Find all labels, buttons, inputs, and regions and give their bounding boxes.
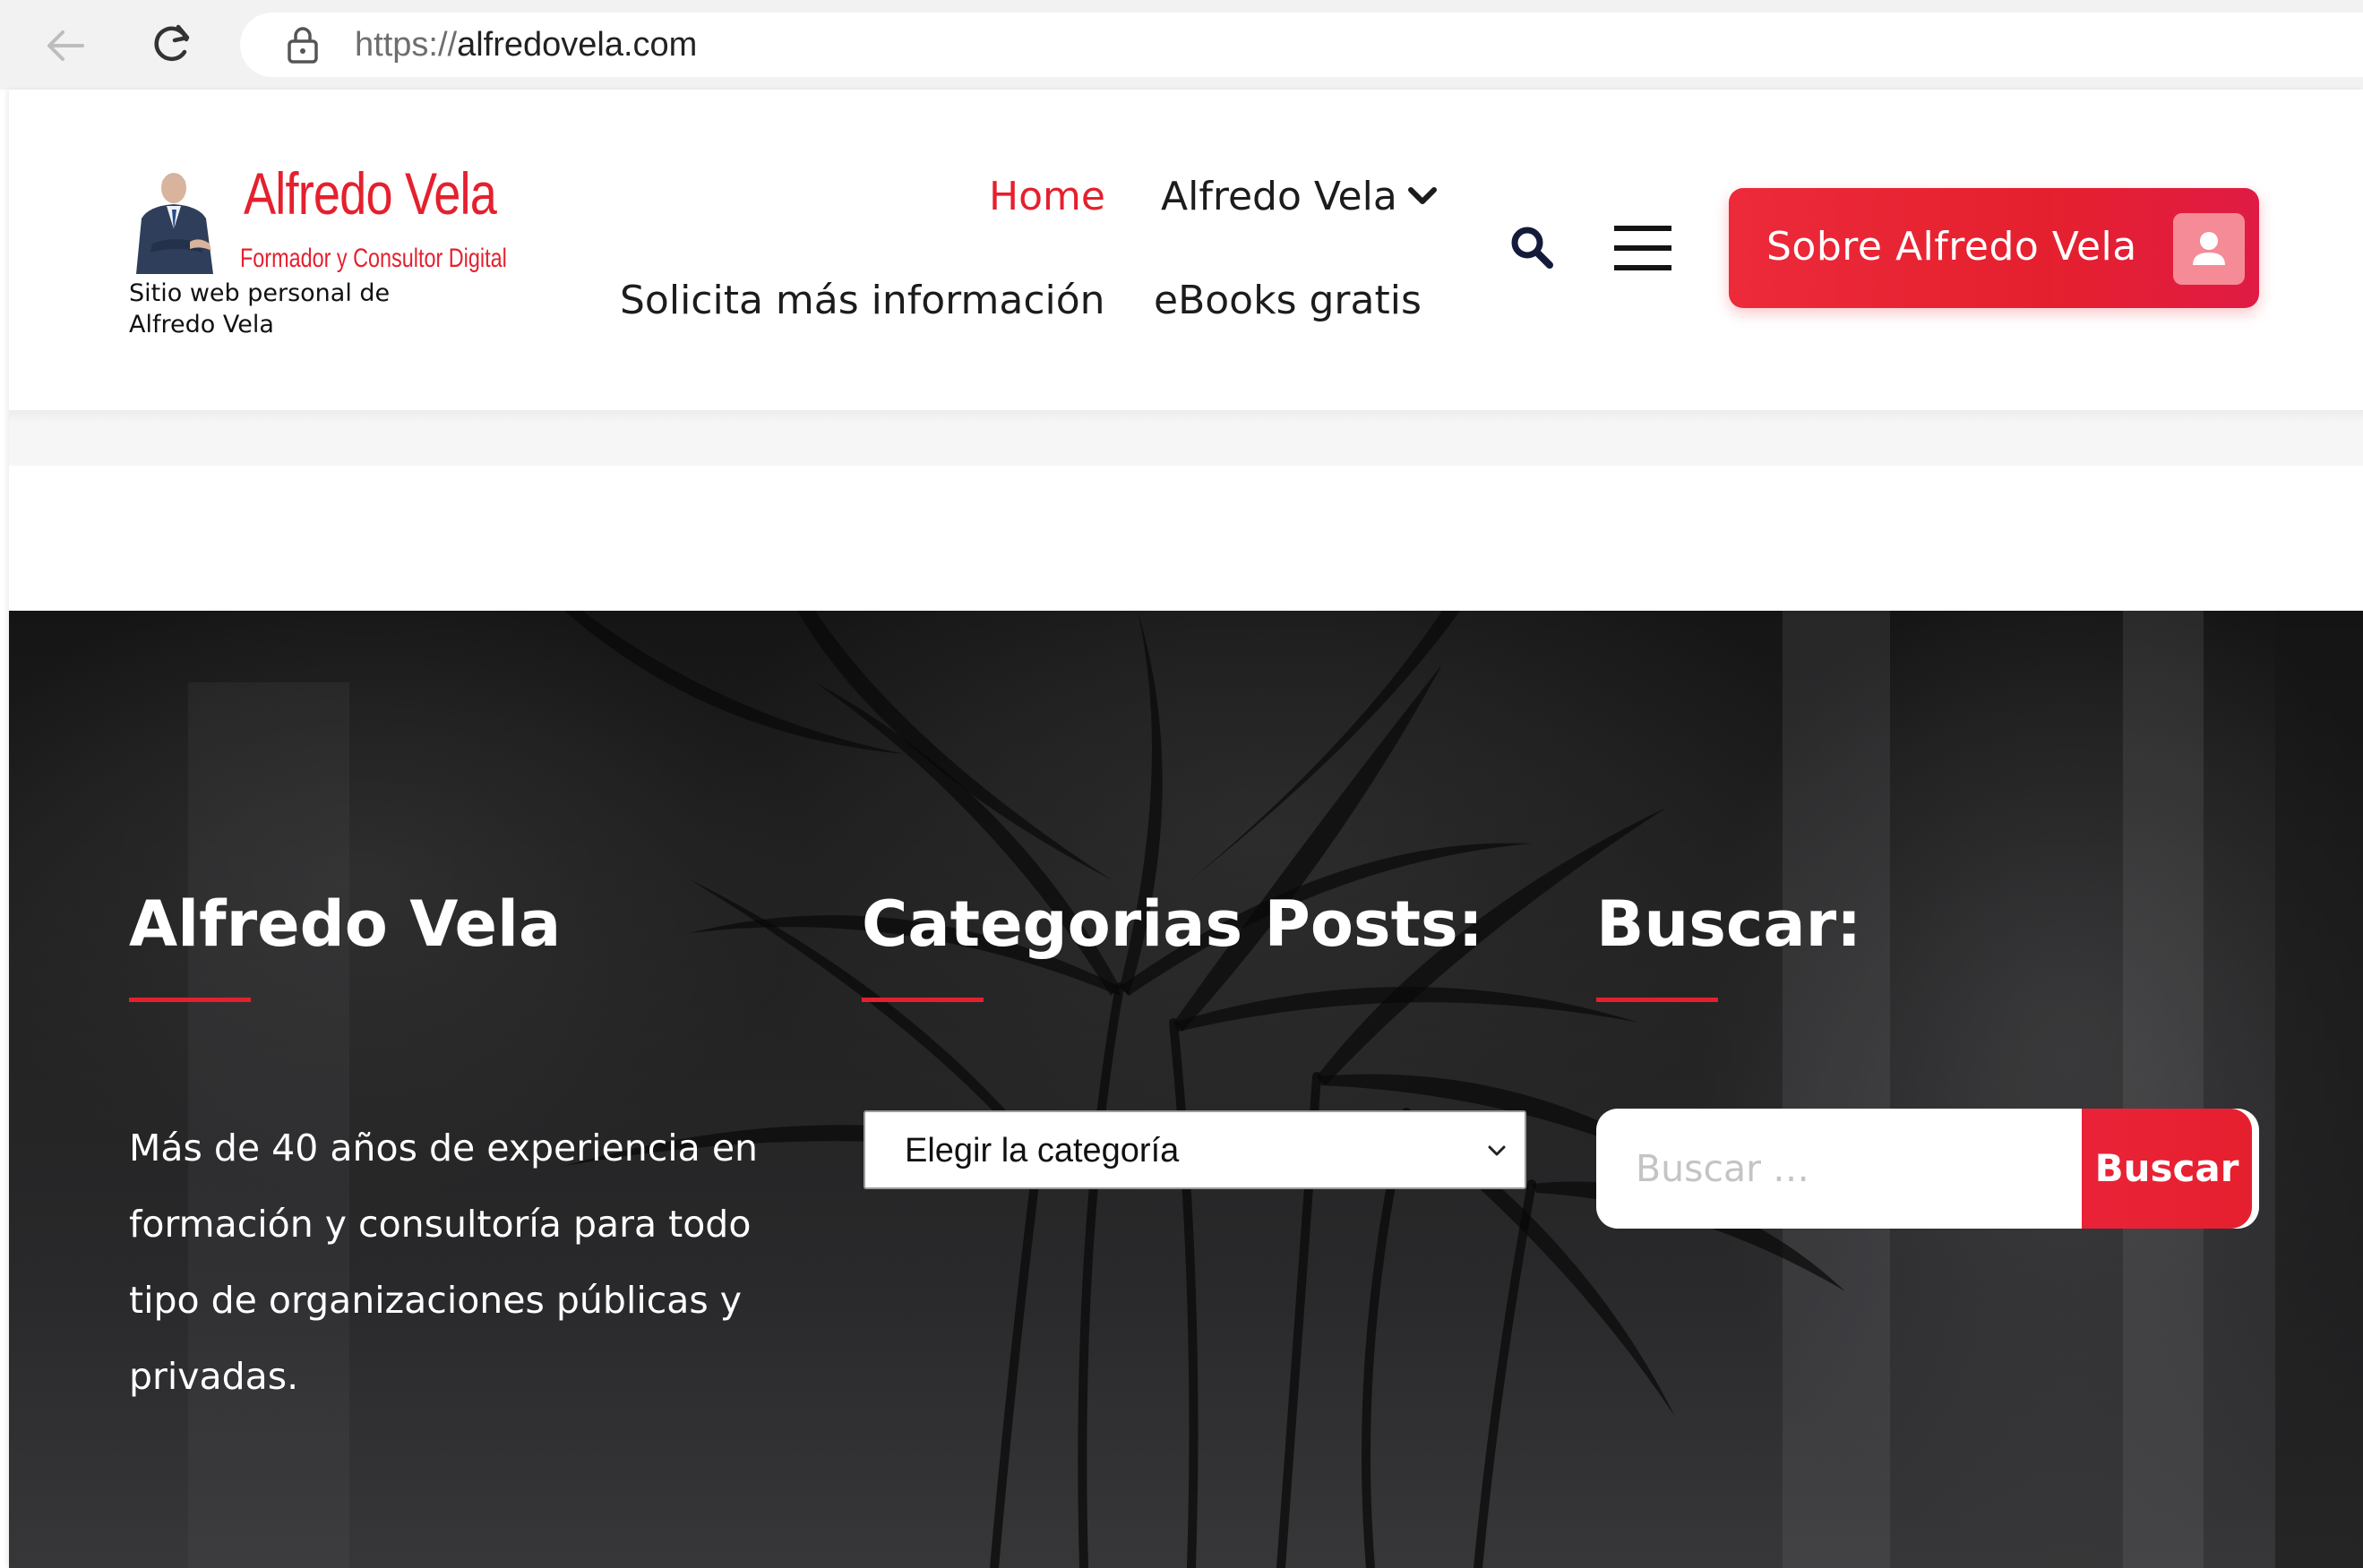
nav-item-solicita-info[interactable]: Solicita más información	[620, 276, 1105, 326]
categories-title-underline	[862, 998, 984, 1002]
address-bar[interactable]: https://alfredovela.com	[240, 13, 2363, 77]
search-widget-title: Buscar:	[1596, 887, 1862, 961]
logo-portrait-image[interactable]	[131, 167, 228, 274]
category-select-value: Elegir la categoría	[905, 1132, 1180, 1170]
search-title-underline	[1596, 998, 1718, 1002]
back-arrow-icon[interactable]	[43, 23, 88, 68]
logo-subtitle: Formador y Consultor Digital	[240, 244, 507, 273]
site-tagline: Sitio web personal de Alfredo Vela	[129, 279, 391, 338]
about-description: Más de 40 años de experiencia en formaci…	[129, 1127, 759, 1398]
user-icon	[2173, 213, 2245, 285]
site-header: Alfredo Vela Formador y Consultor Digita…	[9, 90, 2363, 412]
web-page: Alfredo Vela Formador y Consultor Digita…	[9, 90, 2363, 1568]
search-form: Buscar	[1596, 1109, 2259, 1229]
footer-widgets: Alfredo Vela Más de 40 años de experienc…	[9, 611, 2363, 1568]
background-plant-image	[9, 611, 2363, 1568]
hamburger-menu-icon[interactable]	[1612, 222, 1673, 274]
nav-item-label: Alfredo Vela	[1161, 174, 1397, 219]
url-text[interactable]: https://alfredovela.com	[355, 25, 697, 64]
search-icon[interactable]	[1508, 224, 1555, 270]
about-widget-title: Alfredo Vela	[129, 887, 562, 961]
logo-title[interactable]: Alfredo Vela	[244, 159, 497, 227]
about-alfredo-button[interactable]: Sobre Alfredo Vela	[1729, 188, 2259, 308]
about-button-label: Sobre Alfredo Vela	[1766, 224, 2137, 270]
nav-item-ebooks[interactable]: eBooks gratis	[1154, 276, 1422, 326]
reload-icon[interactable]	[149, 20, 195, 66]
url-host: alfredovela.com	[457, 26, 698, 64]
search-input[interactable]	[1596, 1109, 2080, 1229]
header-shadow	[9, 410, 2363, 423]
browser-toolbar: https://alfredovela.com	[0, 0, 2363, 90]
url-scheme: https://	[355, 26, 458, 64]
category-select[interactable]: Elegir la categoría	[864, 1110, 1526, 1189]
about-title-underline	[129, 998, 251, 1002]
categories-widget-title: Categorias Posts:	[862, 887, 1483, 961]
nav-item-alfredo-vela[interactable]: Alfredo Vela	[1161, 172, 1439, 222]
lock-icon	[288, 27, 318, 64]
nav-item-home[interactable]: Home	[989, 172, 1105, 222]
chevron-down-icon	[1407, 187, 1437, 204]
select-chevron-icon	[1488, 1145, 1506, 1156]
search-submit-button[interactable]: Buscar	[2082, 1109, 2252, 1229]
